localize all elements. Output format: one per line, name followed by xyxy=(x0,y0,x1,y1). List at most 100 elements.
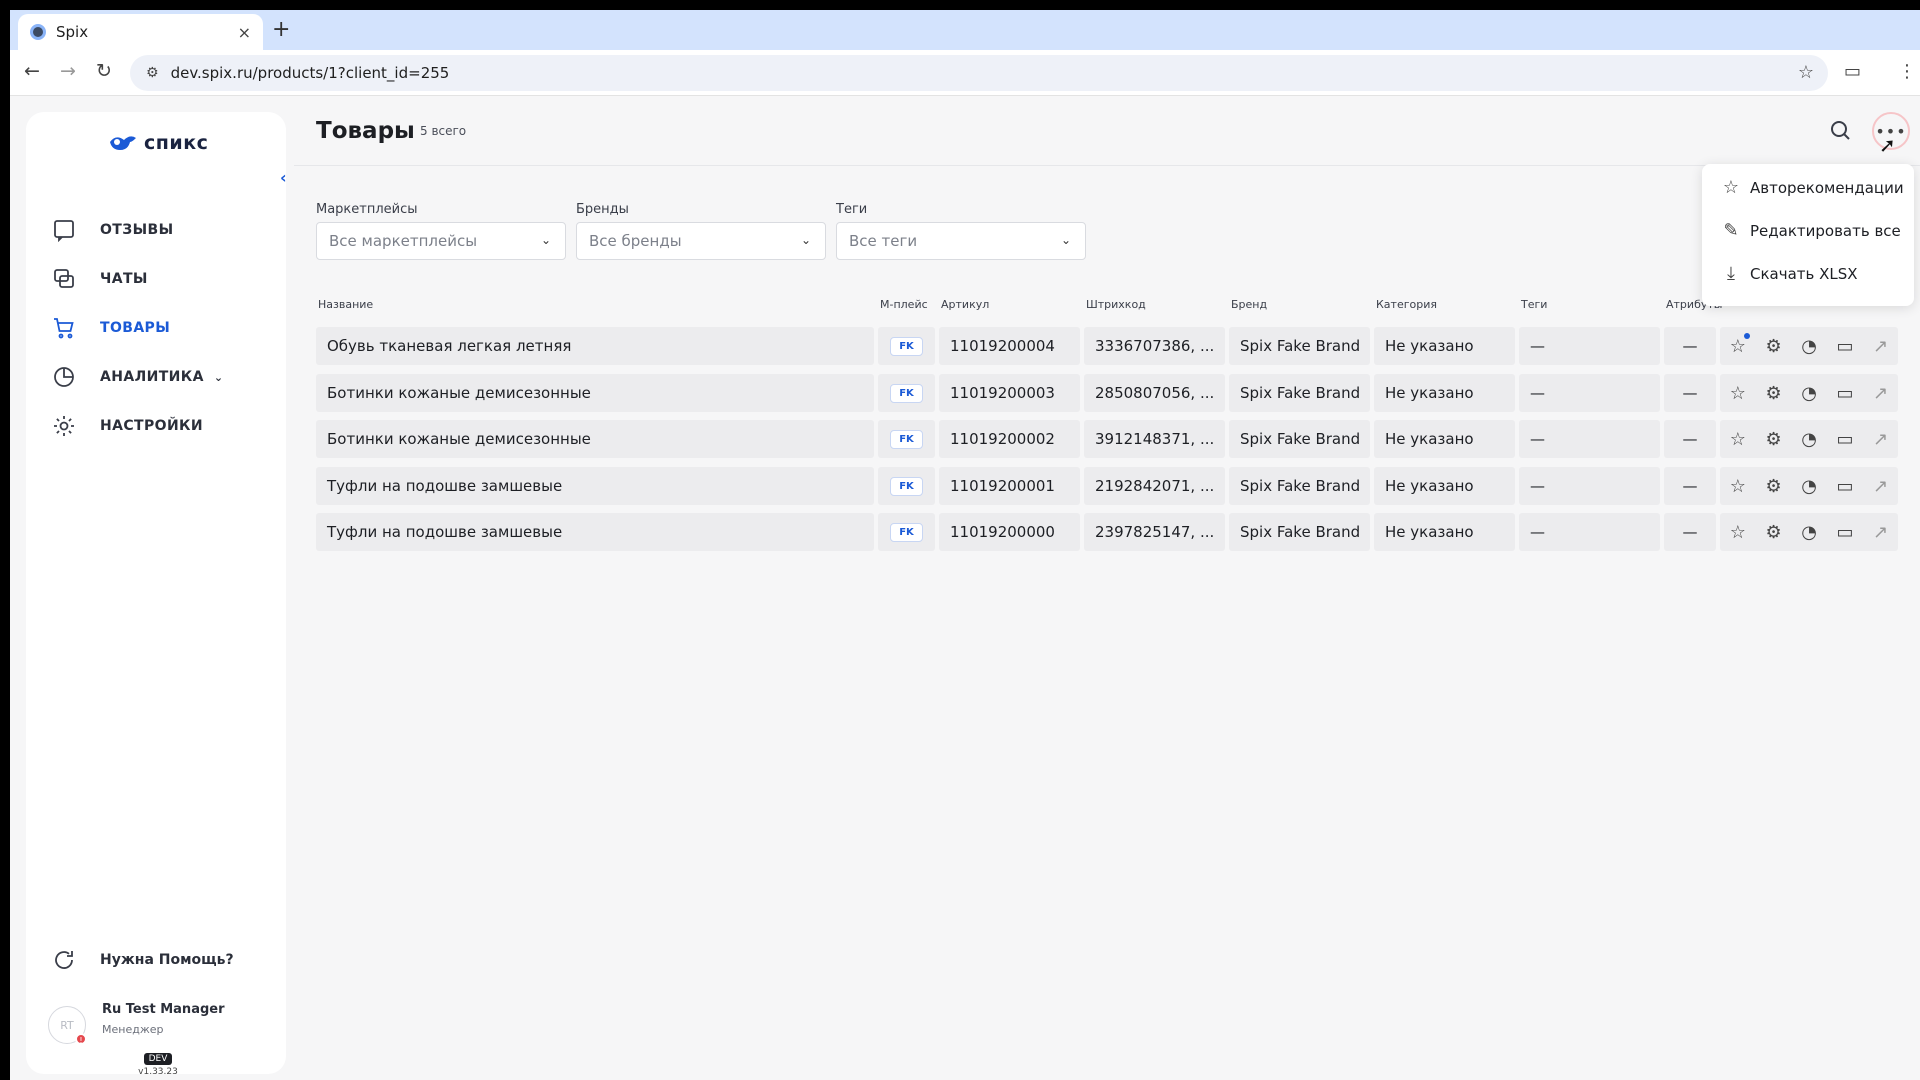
pie-chart-icon[interactable]: ◔ xyxy=(1801,476,1817,497)
column-header[interactable]: Штрихкод xyxy=(1086,298,1146,311)
cell-brand[interactable]: Spix Fake Brand xyxy=(1229,327,1370,365)
sidebar-item-reviews[interactable]: ОТЗЫВЫ xyxy=(52,215,173,245)
cell-name[interactable]: Ботинки кожаные демисезонные xyxy=(316,374,874,412)
pie-chart-icon[interactable]: ◔ xyxy=(1801,429,1817,450)
gear-icon[interactable]: ⚙ xyxy=(1766,383,1782,404)
cell-tags[interactable]: — xyxy=(1519,420,1660,458)
star-icon[interactable]: ☆ xyxy=(1730,383,1746,404)
cell-name[interactable]: Обувь тканевая легкая летняя xyxy=(316,327,874,365)
menu-item-edit-all[interactable]: ✎ Редактировать все xyxy=(1720,220,1900,241)
tab-search-icon[interactable]: ▭ xyxy=(1844,61,1861,82)
cell-marketplace[interactable]: FK xyxy=(878,513,935,551)
star-icon[interactable]: ☆ xyxy=(1730,522,1746,543)
search-icon[interactable] xyxy=(1828,118,1852,142)
cell-tags[interactable]: — xyxy=(1519,327,1660,365)
cell-barcode[interactable]: 3912148371, ... xyxy=(1084,420,1225,458)
pie-chart-icon[interactable]: ◔ xyxy=(1801,336,1817,357)
cell-attributes[interactable]: — xyxy=(1664,327,1716,365)
tab-close-icon[interactable]: × xyxy=(238,23,251,42)
column-header[interactable]: Теги xyxy=(1521,298,1547,311)
external-link-icon[interactable]: ↗ xyxy=(1873,476,1888,497)
cell-attributes[interactable]: — xyxy=(1664,374,1716,412)
gear-icon[interactable]: ⚙ xyxy=(1766,476,1782,497)
user-block[interactable]: RT ! Ru Test Manager Менеджер xyxy=(48,1002,225,1045)
message-square-icon[interactable]: ▭ xyxy=(1837,336,1854,357)
logo[interactable]: спикс xyxy=(108,132,208,154)
column-header[interactable]: Категория xyxy=(1376,298,1437,311)
cell-article[interactable]: 11019200001 xyxy=(939,467,1080,505)
marketplaces-select[interactable]: Все маркетплейсы ⌄ xyxy=(316,222,566,260)
cell-tags[interactable]: — xyxy=(1519,513,1660,551)
cell-attributes[interactable]: — xyxy=(1664,513,1716,551)
back-icon[interactable]: ← xyxy=(24,60,40,82)
pie-chart-icon[interactable]: ◔ xyxy=(1801,383,1817,404)
cell-tags[interactable]: — xyxy=(1519,374,1660,412)
cell-attributes[interactable]: — xyxy=(1664,420,1716,458)
cell-barcode[interactable]: 2850807056, ... xyxy=(1084,374,1225,412)
menu-item-download-xlsx[interactable]: ⤓ Скачать XLSX xyxy=(1720,263,1858,284)
avatar[interactable]: RT ! xyxy=(48,1006,87,1045)
browser-tab[interactable]: Spix × xyxy=(18,14,263,50)
help-link[interactable]: Нужна Помощь? xyxy=(52,948,234,972)
cell-brand[interactable]: Spix Fake Brand xyxy=(1229,420,1370,458)
cell-category[interactable]: Не указано xyxy=(1374,374,1515,412)
cell-article[interactable]: 11019200003 xyxy=(939,374,1080,412)
cell-category[interactable]: Не указано xyxy=(1374,420,1515,458)
cell-name[interactable]: Туфли на подошве замшевые xyxy=(316,513,874,551)
tags-select[interactable]: Все теги ⌄ xyxy=(836,222,1086,260)
cell-barcode[interactable]: 3336707386, ... xyxy=(1084,327,1225,365)
cell-brand[interactable]: Spix Fake Brand xyxy=(1229,513,1370,551)
site-info-icon[interactable]: ⚙ xyxy=(146,65,159,81)
star-icon[interactable]: ☆ xyxy=(1730,429,1746,450)
cell-article[interactable]: 11019200002 xyxy=(939,420,1080,458)
external-link-icon[interactable]: ↗ xyxy=(1873,429,1888,450)
cell-barcode[interactable]: 2192842071, ... xyxy=(1084,467,1225,505)
message-square-icon[interactable]: ▭ xyxy=(1837,383,1854,404)
sidebar-item-settings[interactable]: НАСТРОЙКИ xyxy=(52,411,203,441)
message-square-icon[interactable]: ▭ xyxy=(1837,522,1854,543)
cell-marketplace[interactable]: FK xyxy=(878,467,935,505)
gear-icon[interactable]: ⚙ xyxy=(1766,522,1782,543)
cell-name[interactable]: Ботинки кожаные демисезонные xyxy=(316,420,874,458)
cell-brand[interactable]: Spix Fake Brand xyxy=(1229,374,1370,412)
brands-select[interactable]: Все бренды ⌄ xyxy=(576,222,826,260)
external-link-icon[interactable]: ↗ xyxy=(1873,336,1888,357)
column-header[interactable]: Бренд xyxy=(1231,298,1267,311)
reload-icon[interactable]: ↻ xyxy=(96,60,112,82)
menu-item-autorecommendations[interactable]: ☆ Авторекомендации xyxy=(1720,177,1904,198)
sidebar-item-products[interactable]: ТОВАРЫ xyxy=(52,313,170,343)
cell-article[interactable]: 11019200004 xyxy=(939,327,1080,365)
browser-menu-icon[interactable]: ⋮ xyxy=(1898,61,1916,82)
cell-category[interactable]: Не указано xyxy=(1374,467,1515,505)
message-square-icon[interactable]: ▭ xyxy=(1837,429,1854,450)
column-header[interactable]: Название xyxy=(318,298,373,311)
cell-category[interactable]: Не указано xyxy=(1374,513,1515,551)
column-header[interactable]: Артикул xyxy=(941,298,989,311)
cell-marketplace[interactable]: FK xyxy=(878,420,935,458)
sidebar-item-chats[interactable]: ЧАТЫ xyxy=(52,264,148,294)
cell-attributes[interactable]: — xyxy=(1664,467,1716,505)
cell-article[interactable]: 11019200000 xyxy=(939,513,1080,551)
bookmark-star-icon[interactable]: ☆ xyxy=(1798,62,1814,83)
forward-icon[interactable]: → xyxy=(60,60,76,82)
sidebar-item-analytics[interactable]: АНАЛИТИКА ⌄ xyxy=(52,362,224,392)
cell-marketplace[interactable]: FK xyxy=(878,374,935,412)
cell-tags[interactable]: — xyxy=(1519,467,1660,505)
column-header[interactable]: М-плейс xyxy=(880,298,928,311)
cell-barcode[interactable]: 2397825147, ... xyxy=(1084,513,1225,551)
external-link-icon[interactable]: ↗ xyxy=(1873,522,1888,543)
cell-name[interactable]: Туфли на подошве замшевые xyxy=(316,467,874,505)
cell-category[interactable]: Не указано xyxy=(1374,327,1515,365)
cell-brand[interactable]: Spix Fake Brand xyxy=(1229,467,1370,505)
star-icon[interactable]: ☆ xyxy=(1730,332,1750,357)
address-bar[interactable]: ⚙ dev.spix.ru/products/1?client_id=255 ☆ xyxy=(130,55,1828,91)
pie-chart-icon[interactable]: ◔ xyxy=(1801,522,1817,543)
gear-icon[interactable]: ⚙ xyxy=(1766,336,1782,357)
collapse-sidebar-icon[interactable]: ‹ xyxy=(280,168,287,187)
gear-icon[interactable]: ⚙ xyxy=(1766,429,1782,450)
cell-marketplace[interactable]: FK xyxy=(878,327,935,365)
external-link-icon[interactable]: ↗ xyxy=(1873,383,1888,404)
message-square-icon[interactable]: ▭ xyxy=(1837,476,1854,497)
star-icon[interactable]: ☆ xyxy=(1730,476,1746,497)
new-tab-button[interactable]: + xyxy=(272,17,290,42)
